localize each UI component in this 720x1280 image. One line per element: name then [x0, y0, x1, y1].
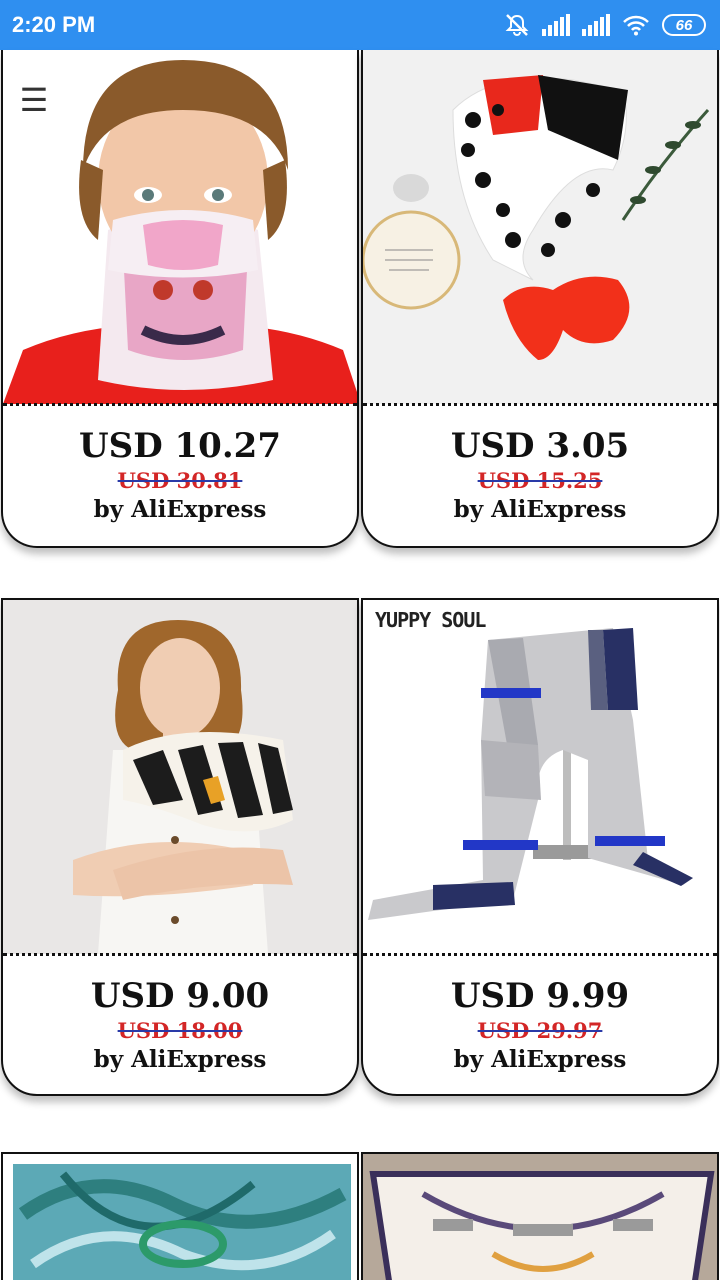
product-seller: by AliExpress — [93, 1046, 267, 1073]
divider — [3, 403, 357, 406]
product-old-price: USD 30.81 — [117, 468, 243, 493]
product-card[interactable]: USD 3.05 USD 15.25 by AliExpress — [361, 50, 719, 548]
product-seller: by AliExpress — [453, 496, 627, 523]
product-image[interactable] — [3, 600, 357, 954]
product-old-price: USD 15.25 — [477, 468, 603, 493]
product-seller: by AliExpress — [453, 1046, 627, 1073]
status-time: 2:20 PM — [12, 12, 96, 37]
product-seller: by AliExpress — [93, 496, 267, 523]
product-card[interactable]: USD 10.27 USD 30.81 by AliExpress — [1, 50, 359, 548]
signal-icon — [582, 14, 610, 36]
brand-label: YUPPY SOUL — [375, 608, 486, 632]
signal-icon — [542, 14, 570, 36]
product-image[interactable] — [3, 50, 357, 404]
product-price: USD 9.99 — [450, 976, 630, 1016]
battery-icon: 66 — [662, 14, 706, 36]
product-image[interactable] — [363, 50, 717, 404]
product-price: USD 10.27 — [79, 426, 281, 466]
product-price: USD 9.00 — [90, 976, 270, 1016]
product-image[interactable] — [363, 1154, 719, 1280]
product-card[interactable]: YUPPY SOUL USD 9.99 USD 29.97 by AliExpr… — [361, 598, 719, 1096]
status-bar: 2:20 PM 66 — [0, 0, 720, 50]
product-price: USD 3.05 — [450, 426, 630, 466]
mute-icon — [504, 13, 530, 37]
product-old-price: USD 29.97 — [477, 1018, 603, 1043]
divider — [363, 953, 717, 956]
hamburger-icon[interactable]: ☰ — [20, 81, 49, 119]
product-card[interactable] — [361, 1152, 719, 1280]
product-image[interactable]: YUPPY SOUL — [363, 600, 717, 954]
divider — [363, 403, 717, 406]
product-card[interactable]: USD 9.00 USD 18.00 by AliExpress — [1, 598, 359, 1096]
wifi-icon — [622, 14, 650, 36]
status-icons: 66 — [504, 13, 706, 37]
product-card[interactable] — [1, 1152, 359, 1280]
divider — [3, 953, 357, 956]
hamburger-menu-button[interactable]: ☰ — [14, 80, 54, 120]
product-old-price: USD 18.00 — [117, 1018, 243, 1043]
product-image[interactable] — [3, 1154, 359, 1280]
